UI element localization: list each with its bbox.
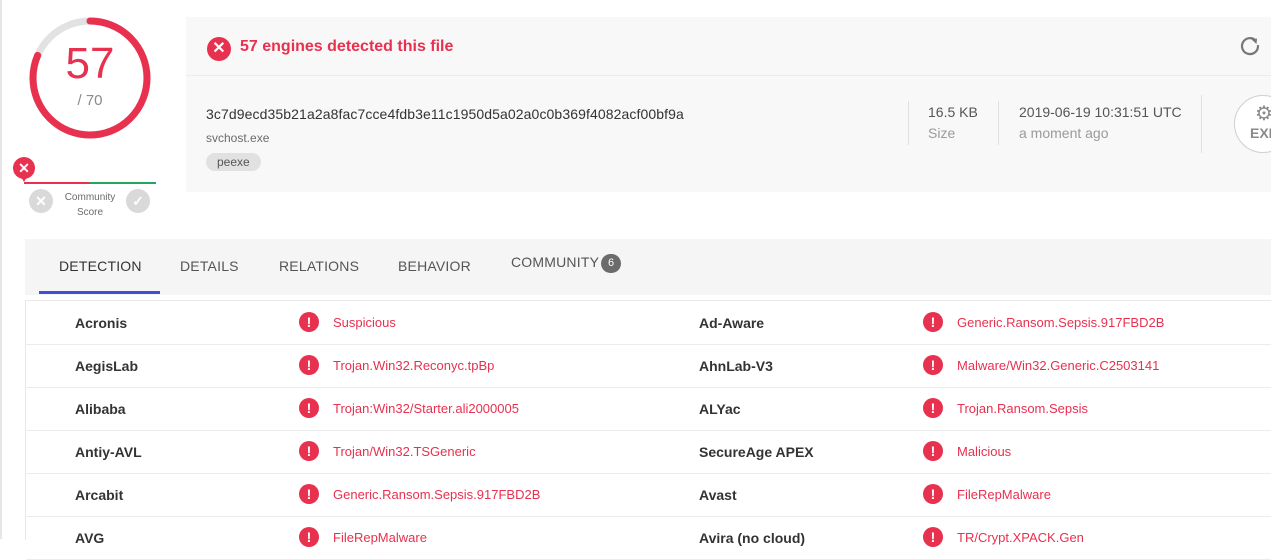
engine-name: Antiy-AVL [75,444,142,460]
detection-result: Generic.Ransom.Sepsis.917FBD2B [957,315,1165,330]
exclamation-icon: ! [923,398,943,418]
engine-name: Avira (no cloud) [699,530,806,546]
meta-divider [1201,95,1202,153]
detection-result: Trojan.Ransom.Sepsis [957,401,1089,416]
tab-relations[interactable]: RELATIONS [279,258,359,274]
community-bar-positive [90,182,156,184]
table-row: AegisLab ! Trojan.Win32.Reconyc.tpBp Ahn… [26,344,1271,388]
detection-result: TR/Crypt.XPACK.Gen [957,530,1084,545]
detection-result: Trojan.Win32.Reconyc.tpBp [333,358,495,373]
detection-result: Malware/Win32.Generic.C2503141 [957,358,1160,373]
table-row: Acronis ! Suspicious Ad-Aware ! Generic.… [26,301,1271,345]
gears-icon: ⚙ [1255,104,1271,124]
community-label-line1: Community [64,192,116,203]
detection-result: FileRepMalware [333,530,427,545]
exclamation-icon: ! [299,484,319,504]
detection-table: Acronis ! Suspicious Ad-Aware ! Generic.… [25,300,1271,560]
file-hash[interactable]: 3c7d9ecd35b21a2a8fac7cce4fdb3e11c1950d5a… [206,106,684,122]
tab-detection[interactable]: DETECTION [59,258,142,274]
engine-name: AhnLab-V3 [699,358,773,374]
tab-community-label: COMMUNITY [511,254,600,271]
engine-name: Alibaba [75,401,126,417]
detection-banner: ✕ 57 engines detected this file [186,17,1271,76]
engine-name: Ad-Aware [699,315,765,331]
active-tab-indicator [39,291,160,294]
table-row: Antiy-AVL ! Trojan/Win32.TSGeneric Secur… [26,430,1271,474]
reload-icon[interactable] [1238,34,1262,58]
detection-result: Trojan/Win32.TSGeneric [333,444,476,459]
detection-score-gauge: 57 / 70 [28,16,152,140]
exclamation-icon: ! [299,441,319,461]
exclamation-icon: ! [923,484,943,504]
engine-name: ALYac [699,401,741,417]
detection-result: Trojan:Win32/Starter.ali2000005 [333,401,519,416]
score-total: / 70 [77,92,103,109]
exclamation-icon: ! [923,527,943,547]
engine-name: SecureAge APEX [699,444,814,460]
score-detected: 57 [65,39,115,88]
detection-result: Malicious [957,444,1012,459]
exclamation-icon: ! [923,441,943,461]
tab-community[interactable]: COMMUNITY 6 [511,254,622,273]
community-bar-negative [24,182,90,184]
engine-name: AegisLab [75,358,139,374]
report-tabs: DETECTION DETAILS RELATIONS BEHAVIOR COM… [25,239,1271,295]
file-size-label: Size [928,125,956,141]
detection-result: Generic.Ransom.Sepsis.917FBD2B [333,487,541,502]
meta-divider [908,101,909,145]
vote-up-icon[interactable]: ✓ [126,189,150,213]
tab-details[interactable]: DETAILS [180,258,239,274]
meta-divider [998,101,999,145]
engine-name: Avast [699,487,737,503]
engine-name: Arcabit [75,487,124,503]
exclamation-icon: ! [299,355,319,375]
left-edge-bar [0,0,2,539]
community-marker-tail [20,175,28,182]
scan-date-relative: a moment ago [1019,125,1109,141]
table-row: Arcabit ! Generic.Ransom.Sepsis.917FBD2B… [26,473,1271,517]
detection-count-text: 57 engines detected this file [240,38,454,55]
detection-result: Suspicious [333,315,396,330]
vote-down-icon[interactable]: ✕ [29,189,53,213]
file-type-icon: ⚙ EXE [1234,95,1271,153]
table-row: Alibaba ! Trojan:Win32/Starter.ali200000… [26,387,1271,431]
file-size-value: 16.5 KB [928,104,978,120]
engine-name: AVG [75,530,105,546]
community-score-label: Community Score [58,190,122,220]
exclamation-icon: ! [299,312,319,332]
file-name: svchost.exe [206,131,270,145]
tab-behavior[interactable]: BEHAVIOR [398,258,471,274]
close-circle-icon: ✕ [207,37,231,61]
exclamation-icon: ! [299,527,319,547]
scan-date-value: 2019-06-19 10:31:51 UTC [1019,104,1182,120]
exclamation-icon: ! [923,355,943,375]
community-count-badge: 6 [601,254,622,273]
exclamation-icon: ! [299,398,319,418]
table-row: AVG ! FileRepMalware Avira (no cloud) ! … [26,516,1271,560]
file-type-label: EXE [1250,125,1271,141]
exclamation-icon: ! [923,312,943,332]
detection-result: FileRepMalware [957,487,1051,502]
community-label-line2: Score [76,207,104,218]
engine-name: Acronis [75,315,128,331]
file-tag[interactable]: peexe [206,153,261,171]
file-summary-card: ✕ 57 engines detected this file 3c7d9ecd… [186,17,1271,192]
